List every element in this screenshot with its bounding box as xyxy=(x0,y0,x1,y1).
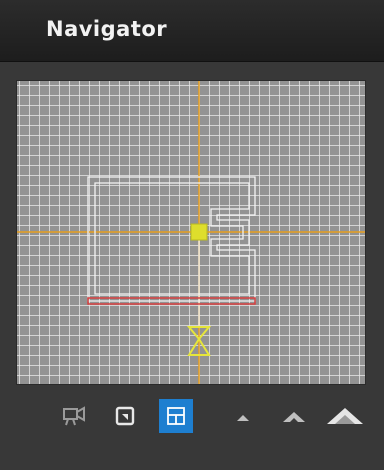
floor-plan-canvas[interactable] xyxy=(17,81,366,385)
wall-outline xyxy=(87,176,256,328)
medium-mountain-icon xyxy=(283,412,305,422)
zoom-medium-button[interactable] xyxy=(277,399,311,433)
export-view-button[interactable] xyxy=(108,399,142,433)
navigator-panel: Navigator xyxy=(0,0,384,470)
small-mountain-icon xyxy=(237,415,249,421)
plan-view-button[interactable] xyxy=(159,399,193,433)
zoom-small-button[interactable] xyxy=(226,399,260,433)
camera-view-button[interactable] xyxy=(58,399,92,433)
panel-header: Navigator xyxy=(0,0,384,62)
large-mountain-icon xyxy=(327,408,363,424)
square-arrow-icon xyxy=(115,406,135,426)
panel-title: Navigator xyxy=(46,17,168,41)
navigator-toolbar xyxy=(0,395,384,443)
floor-plan-icon xyxy=(167,407,185,425)
video-camera-icon xyxy=(63,406,85,426)
zoom-large-button[interactable] xyxy=(325,399,365,433)
plan-viewport[interactable] xyxy=(16,80,366,385)
center-target-marker[interactable] xyxy=(190,223,208,241)
